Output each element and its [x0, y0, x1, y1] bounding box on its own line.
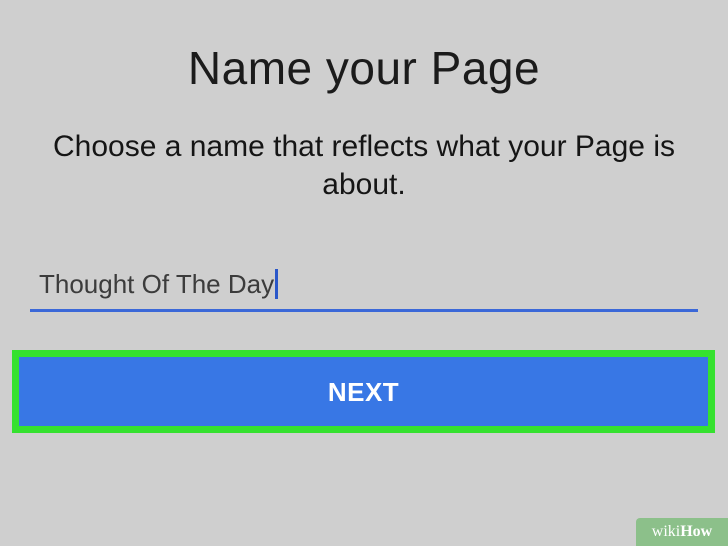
- watermark-how: How: [680, 523, 713, 540]
- page-title: Name your Page: [187, 42, 541, 94]
- wikihow-watermark: wikiHow: [636, 518, 728, 546]
- page-name-value-wrap[interactable]: Thought Of The Day: [39, 266, 279, 302]
- text-cursor: [275, 269, 279, 299]
- page-name-value[interactable]: Thought Of The Day: [39, 269, 274, 299]
- page-description: Choose a name that reflects what your Pa…: [52, 130, 675, 201]
- watermark-wiki: wiki: [651, 523, 681, 540]
- next-button[interactable]: NEXT: [19, 357, 708, 426]
- page-name-input[interactable]: Thought Of The Day: [30, 260, 698, 312]
